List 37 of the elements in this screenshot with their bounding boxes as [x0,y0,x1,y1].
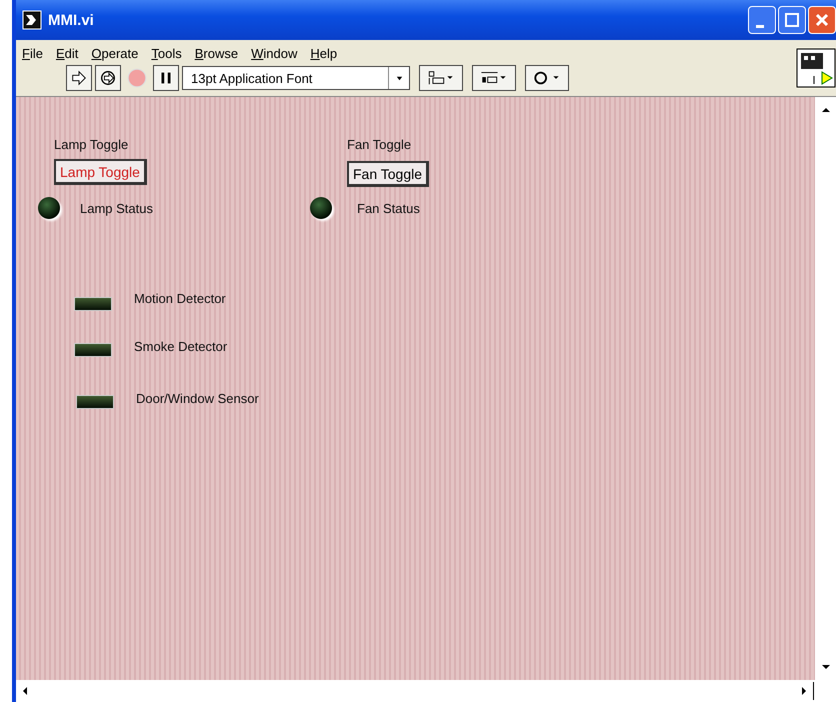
control-label: Lamp Toggle [54,137,128,152]
scroll-down-icon[interactable] [820,662,830,672]
status-label: Lamp Status [80,201,153,216]
pause-button[interactable] [153,65,179,91]
menu-item[interactable]: Browse [194,46,238,61]
menu-item[interactable]: Edit [56,46,78,61]
vertical-scrollbar[interactable] [815,97,836,680]
scroll-up-icon[interactable] [820,105,830,115]
menu-item[interactable]: Window [251,46,298,61]
window-title: MMI.vi [48,12,94,28]
maximize-button[interactable] [778,6,806,34]
toggle-button[interactable]: Fan Toggle [347,161,430,187]
font-dropdown[interactable]: 13pt Application Font [182,66,410,90]
menu-item[interactable]: Tools [151,46,182,61]
arrow-icon [70,69,88,87]
run-continuously-button[interactable] [95,65,121,91]
indicator-label: Smoke Detector [134,339,228,354]
minimize-icon [756,24,764,28]
indicator-label: Motion Detector [134,291,226,306]
close-button[interactable] [808,6,836,34]
menu-item[interactable]: Operate [91,46,138,61]
reorder-button[interactable] [525,65,569,91]
indicator-label: Door/Window Sensor [136,391,259,406]
control-label: Fan Toggle [347,137,412,152]
distribute-objects-button[interactable] [472,65,516,91]
maximize-icon [782,10,802,30]
menu-item[interactable]: File [22,46,43,61]
horizontal-scrollbar[interactable] [16,680,836,702]
menu-item[interactable]: Help [310,46,338,61]
status-label: Fan Status [357,201,420,216]
connector-pane-icon [796,48,836,88]
scroll-right-icon[interactable] [799,686,809,696]
toggle-button[interactable]: Lamp Toggle [54,159,147,185]
caret-icon [394,74,404,82]
minimize-button[interactable] [748,6,776,34]
align-objects-button[interactable] [419,65,463,91]
run-button[interactable] [66,65,92,91]
